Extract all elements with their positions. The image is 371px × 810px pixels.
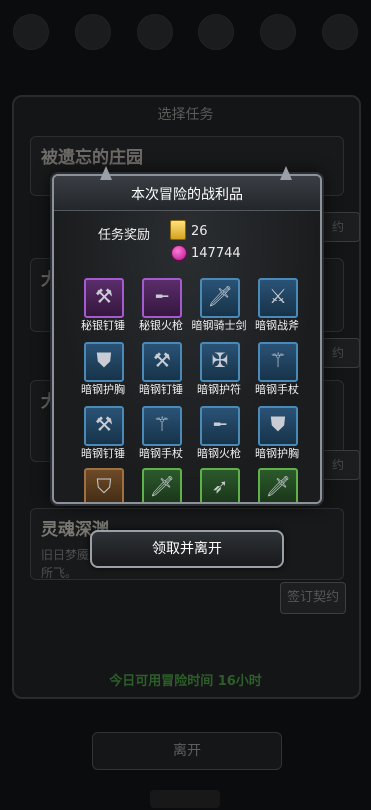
loot-item[interactable]: ✠ 暗钢护符 <box>190 342 248 398</box>
loot-item[interactable]: ⚚ 暗钢手杖 <box>248 342 306 398</box>
loot-item-frame: ⚚ <box>142 406 182 446</box>
loot-item[interactable]: ➶ <box>190 468 248 502</box>
loot-item-frame: ⛉ <box>84 468 124 502</box>
mace-icon: ⚒ <box>95 412 113 436</box>
leave-button[interactable]: 离开 <box>92 732 282 770</box>
mace-icon: ⚒ <box>153 348 171 372</box>
nav-icon[interactable] <box>322 14 359 50</box>
gold-icon <box>170 220 186 240</box>
mission-panel-title: 选择任务 <box>157 107 214 123</box>
loot-item[interactable]: 🗡 暗钢骑士剑 <box>190 278 248 334</box>
loot-dialog: 本次冒险的战利品 任务奖励 26 147744 ⚒ 秘银钉锤 ╾ 秘银火枪 🗡 暗钢骑士剑… <box>52 174 322 504</box>
nav-icon[interactable] <box>74 14 111 50</box>
loot-item-name: 秘银钉锤 <box>81 319 125 332</box>
loot-item-frame: ⚚ <box>258 342 298 382</box>
loot-item[interactable]: ⚚ 暗钢手杖 <box>132 406 190 462</box>
loot-item-frame: ╾ <box>200 406 240 446</box>
mace-icon: ⚒ <box>95 284 113 308</box>
adventure-time-text: 今日可用冒险时间 16小时 <box>109 674 262 689</box>
gem-icon <box>171 245 187 261</box>
loot-item[interactable]: ⚒ 秘银钉锤 <box>74 278 132 334</box>
loot-item-frame: ⛊ <box>258 406 298 446</box>
axe-icon: ⚔ <box>269 284 287 308</box>
sign-contract-button[interactable]: 约 <box>316 338 360 368</box>
loot-item[interactable]: ⛊ 暗钢护胸 <box>74 342 132 398</box>
nav-icon[interactable] <box>12 14 49 50</box>
loot-item-frame: 🗡 <box>142 468 182 502</box>
loot-item-frame: ⚒ <box>84 278 124 318</box>
sign-contract-button[interactable]: 签订契约 <box>280 582 346 614</box>
dialog-header: 本次冒险的战利品 <box>54 176 320 211</box>
loot-item-name: 暗钢钉锤 <box>81 447 125 460</box>
loot-item-name: 暗钢火枪 <box>197 447 241 460</box>
loot-item-frame: ⛊ <box>84 342 124 382</box>
shield-icon: ⛉ <box>96 474 112 498</box>
dialog-title: 本次冒险的战利品 <box>131 187 243 203</box>
sign-contract-button[interactable]: 约 <box>316 212 360 242</box>
loot-item[interactable]: ⚔ 暗钢战斧 <box>248 278 306 334</box>
mission-card-title: 被遗忘的庄园 <box>41 148 143 168</box>
loot-item-frame: 🗡 <box>258 468 298 502</box>
chestplate-icon: ⛊ <box>270 412 286 436</box>
sign-contract-button[interactable]: 约 <box>316 450 360 480</box>
bottom-decoration <box>150 790 220 808</box>
nav-icon[interactable] <box>136 14 173 50</box>
reward-label: 任务奖励 <box>98 228 151 243</box>
gem-amount: 147744 <box>191 246 241 261</box>
loot-item-frame: ➶ <box>200 468 240 502</box>
loot-item-name: 暗钢手杖 <box>139 447 183 460</box>
loot-item-name: 暗钢护胸 <box>81 383 125 396</box>
amulet-icon: ✠ <box>211 348 229 372</box>
loot-item-name: 暗钢手杖 <box>255 383 299 396</box>
musket-icon: ╾ <box>213 412 227 436</box>
chestplate-icon: ⛊ <box>96 348 112 372</box>
loot-item-name: 暗钢护符 <box>197 383 241 396</box>
loot-item[interactable]: 🗡 <box>132 468 190 502</box>
loot-item-name: 暗钢骑士剑 <box>191 319 247 332</box>
loot-item[interactable]: ╾ 秘银火枪 <box>132 278 190 334</box>
frame-spike-decoration <box>100 166 112 180</box>
loot-item[interactable]: 🗡 <box>248 468 306 502</box>
loot-item[interactable]: ⛉ <box>74 468 132 502</box>
loot-item[interactable]: ⛊ 暗钢护胸 <box>248 406 306 462</box>
loot-item-frame: ╾ <box>142 278 182 318</box>
bow-icon: ➶ <box>211 474 229 498</box>
sword-icon: 🗡 <box>207 284 233 308</box>
loot-item-frame: ⚒ <box>142 342 182 382</box>
loot-item-name: 暗钢钉锤 <box>139 383 183 396</box>
loot-item-frame: ⚔ <box>258 278 298 318</box>
sword-icon: 🗡 <box>265 474 291 498</box>
loot-item[interactable]: ⚒ 暗钢钉锤 <box>74 406 132 462</box>
loot-item-frame: ⚒ <box>84 406 124 446</box>
gold-amount: 26 <box>191 224 208 239</box>
loot-item-frame: ✠ <box>200 342 240 382</box>
loot-item-name: 秘银火枪 <box>139 319 183 332</box>
nav-icon[interactable] <box>260 14 297 50</box>
musket-icon: ╾ <box>155 284 169 308</box>
collect-and-leave-button[interactable]: 领取并离开 <box>90 530 284 568</box>
staff-icon: ⚚ <box>269 348 287 372</box>
staff-icon: ⚚ <box>153 412 171 436</box>
loot-item[interactable]: ⚒ 暗钢钉锤 <box>132 342 190 398</box>
loot-item[interactable]: ╾ 暗钢火枪 <box>190 406 248 462</box>
sword-icon: 🗡 <box>149 474 175 498</box>
loot-item-frame: 🗡 <box>200 278 240 318</box>
frame-spike-decoration <box>280 166 292 180</box>
nav-icon[interactable] <box>198 14 235 50</box>
top-nav <box>0 14 371 54</box>
loot-item-name: 暗钢护胸 <box>255 447 299 460</box>
loot-item-name: 暗钢战斧 <box>255 319 299 332</box>
